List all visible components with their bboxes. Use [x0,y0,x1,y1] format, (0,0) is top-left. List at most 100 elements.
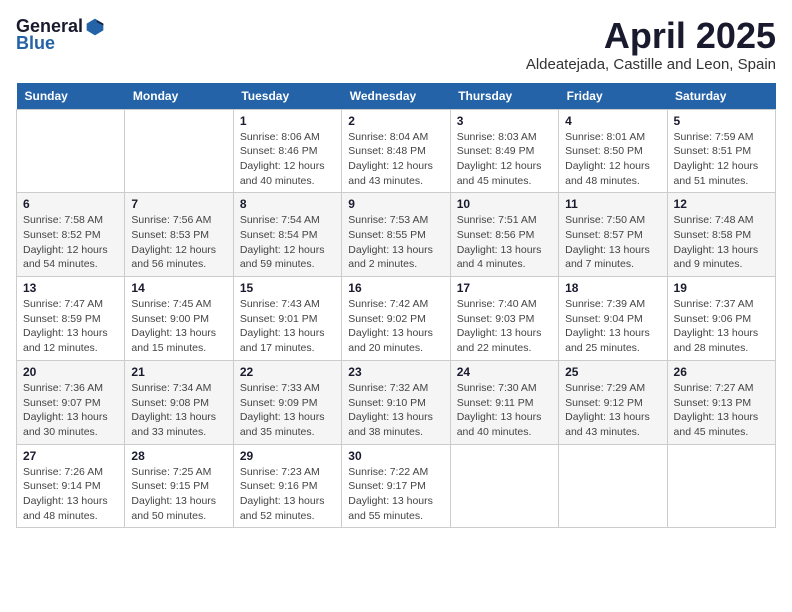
day-number: 26 [674,365,769,379]
day-info: Sunrise: 7:42 AMSunset: 9:02 PMDaylight:… [348,297,443,356]
day-number: 14 [131,281,226,295]
day-number: 17 [457,281,552,295]
day-number: 4 [565,114,660,128]
calendar-day-cell: 2 Sunrise: 8:04 AMSunset: 8:48 PMDaylight… [342,109,450,193]
day-number: 28 [131,449,226,463]
day-info: Sunrise: 7:37 AMSunset: 9:06 PMDaylight:… [674,297,769,356]
day-number: 10 [457,197,552,211]
day-info: Sunrise: 7:51 AMSunset: 8:56 PMDaylight:… [457,213,552,272]
day-info: Sunrise: 7:43 AMSunset: 9:01 PMDaylight:… [240,297,335,356]
day-number: 24 [457,365,552,379]
day-number: 30 [348,449,443,463]
day-info: Sunrise: 7:30 AMSunset: 9:11 PMDaylight:… [457,381,552,440]
day-number: 6 [23,197,118,211]
calendar-day-cell: 4 Sunrise: 8:01 AMSunset: 8:50 PMDaylight… [559,109,667,193]
day-number: 15 [240,281,335,295]
day-number: 13 [23,281,118,295]
calendar-day-cell: 21 Sunrise: 7:34 AMSunset: 9:08 PMDayligh… [125,360,233,444]
day-info: Sunrise: 7:22 AMSunset: 9:17 PMDaylight:… [348,465,443,524]
calendar-day-cell: 29 Sunrise: 7:23 AMSunset: 9:16 PMDayligh… [233,444,341,528]
calendar-day-cell: 11Sunrise: 7:50 AMSunset: 8:57 PMDayligh… [559,193,667,277]
month-year-title: April 2025 [526,16,776,56]
day-info: Sunrise: 7:54 AMSunset: 8:54 PMDaylight:… [240,213,335,272]
calendar-day-cell: 27 Sunrise: 7:26 AMSunset: 9:14 PMDayligh… [17,444,125,528]
calendar-week-row: 27 Sunrise: 7:26 AMSunset: 9:14 PMDayligh… [17,444,776,528]
day-number: 23 [348,365,443,379]
calendar-day-cell [450,444,558,528]
day-info: Sunrise: 7:58 AMSunset: 8:52 PMDaylight:… [23,213,118,272]
day-number: 1 [240,114,335,128]
calendar-day-cell: 23 Sunrise: 7:32 AMSunset: 9:10 PMDayligh… [342,360,450,444]
calendar-day-cell: 16 Sunrise: 7:42 AMSunset: 9:02 PMDayligh… [342,277,450,361]
day-info: Sunrise: 7:39 AMSunset: 9:04 PMDaylight:… [565,297,660,356]
day-number: 20 [23,365,118,379]
calendar-day-cell: 20 Sunrise: 7:36 AMSunset: 9:07 PMDayligh… [17,360,125,444]
day-info: Sunrise: 7:47 AMSunset: 8:59 PMDaylight:… [23,297,118,356]
calendar-day-cell: 14 Sunrise: 7:45 AMSunset: 9:00 PMDayligh… [125,277,233,361]
calendar-day-cell [125,109,233,193]
calendar-day-cell [559,444,667,528]
title-area: April 2025 Aldeatejada, Castille and Leo… [526,16,776,73]
calendar-day-cell: 25 Sunrise: 7:29 AMSunset: 9:12 PMDayligh… [559,360,667,444]
calendar-day-cell: 30 Sunrise: 7:22 AMSunset: 9:17 PMDayligh… [342,444,450,528]
day-info: Sunrise: 7:32 AMSunset: 9:10 PMDaylight:… [348,381,443,440]
day-number: 16 [348,281,443,295]
day-info: Sunrise: 7:56 AMSunset: 8:53 PMDaylight:… [131,213,226,272]
day-info: Sunrise: 7:45 AMSunset: 9:00 PMDaylight:… [131,297,226,356]
calendar-day-cell: 12Sunrise: 7:48 AMSunset: 8:58 PMDayligh… [667,193,775,277]
calendar-day-cell: 9 Sunrise: 7:53 AMSunset: 8:55 PMDaylight… [342,193,450,277]
day-info: Sunrise: 7:29 AMSunset: 9:12 PMDaylight:… [565,381,660,440]
day-number: 7 [131,197,226,211]
day-number: 18 [565,281,660,295]
calendar-day-cell: 18 Sunrise: 7:39 AMSunset: 9:04 PMDayligh… [559,277,667,361]
calendar-day-cell: 10 Sunrise: 7:51 AMSunset: 8:56 PMDayligh… [450,193,558,277]
day-number: 27 [23,449,118,463]
calendar-day-cell: 6 Sunrise: 7:58 AMSunset: 8:52 PMDaylight… [17,193,125,277]
weekday-header: Wednesday [342,83,450,110]
day-info: Sunrise: 7:59 AMSunset: 8:51 PMDaylight:… [674,130,769,189]
weekday-header: Friday [559,83,667,110]
calendar-week-row: 20 Sunrise: 7:36 AMSunset: 9:07 PMDayligh… [17,360,776,444]
day-number: 8 [240,197,335,211]
logo-icon [85,17,105,37]
day-info: Sunrise: 7:34 AMSunset: 9:08 PMDaylight:… [131,381,226,440]
day-info: Sunrise: 7:48 AMSunset: 8:58 PMDaylight:… [674,213,769,272]
calendar-week-row: 13 Sunrise: 7:47 AMSunset: 8:59 PMDayligh… [17,277,776,361]
day-number: 22 [240,365,335,379]
day-number: 25 [565,365,660,379]
logo: General Blue [16,16,105,54]
calendar-day-cell: 26Sunrise: 7:27 AMSunset: 9:13 PMDayligh… [667,360,775,444]
day-info: Sunrise: 8:03 AMSunset: 8:49 PMDaylight:… [457,130,552,189]
day-info: Sunrise: 8:06 AMSunset: 8:46 PMDaylight:… [240,130,335,189]
day-info: Sunrise: 7:26 AMSunset: 9:14 PMDaylight:… [23,465,118,524]
calendar-day-cell [667,444,775,528]
weekday-header: Tuesday [233,83,341,110]
day-info: Sunrise: 8:01 AMSunset: 8:50 PMDaylight:… [565,130,660,189]
day-info: Sunrise: 7:33 AMSunset: 9:09 PMDaylight:… [240,381,335,440]
day-info: Sunrise: 7:25 AMSunset: 9:15 PMDaylight:… [131,465,226,524]
calendar-day-cell: 24 Sunrise: 7:30 AMSunset: 9:11 PMDayligh… [450,360,558,444]
calendar-table: SundayMondayTuesdayWednesdayThursdayFrid… [16,83,776,529]
weekday-header: Sunday [17,83,125,110]
weekday-header: Saturday [667,83,775,110]
day-info: Sunrise: 7:36 AMSunset: 9:07 PMDaylight:… [23,381,118,440]
day-info: Sunrise: 7:40 AMSunset: 9:03 PMDaylight:… [457,297,552,356]
calendar-day-cell: 15 Sunrise: 7:43 AMSunset: 9:01 PMDayligh… [233,277,341,361]
logo-blue: Blue [16,33,55,54]
day-info: Sunrise: 8:04 AMSunset: 8:48 PMDaylight:… [348,130,443,189]
day-number: 29 [240,449,335,463]
day-number: 3 [457,114,552,128]
day-info: Sunrise: 7:53 AMSunset: 8:55 PMDaylight:… [348,213,443,272]
location-subtitle: Aldeatejada, Castille and Leon, Spain [526,56,776,73]
day-number: 19 [674,281,769,295]
day-number: 21 [131,365,226,379]
day-number: 2 [348,114,443,128]
day-info: Sunrise: 7:50 AMSunset: 8:57 PMDaylight:… [565,213,660,272]
day-number: 5 [674,114,769,128]
calendar-day-cell: 8 Sunrise: 7:54 AMSunset: 8:54 PMDaylight… [233,193,341,277]
calendar-day-cell: 13 Sunrise: 7:47 AMSunset: 8:59 PMDayligh… [17,277,125,361]
header: General Blue April 2025 Aldeatejada, Cas… [16,16,776,73]
day-number: 9 [348,197,443,211]
weekday-header: Thursday [450,83,558,110]
day-info: Sunrise: 7:23 AMSunset: 9:16 PMDaylight:… [240,465,335,524]
